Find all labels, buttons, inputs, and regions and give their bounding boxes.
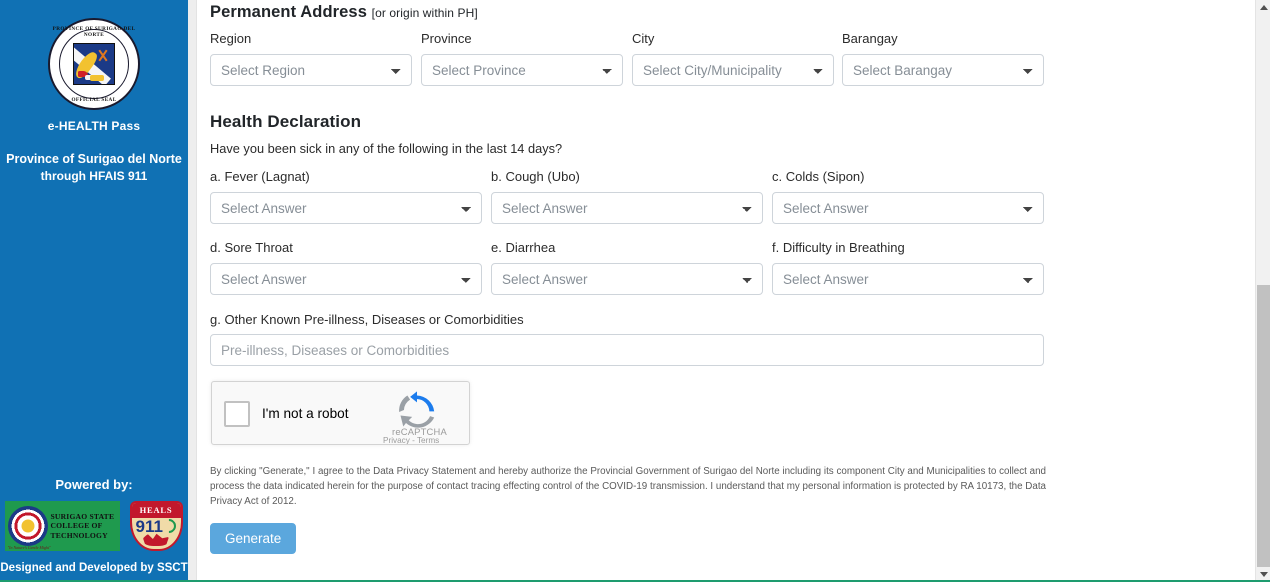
recaptcha-checkbox[interactable]	[224, 401, 250, 427]
symptom-fever-select[interactable]: Select Answer	[210, 192, 482, 224]
province-name: Province of Surigao del Norte	[6, 151, 182, 168]
symptom-cough-select[interactable]: Select Answer	[491, 192, 763, 224]
page-scrollbar[interactable]	[1255, 0, 1270, 582]
heals-shield-shape: HEALS 911	[130, 501, 183, 551]
symptom-colds-label: c. Colds (Sipon)	[772, 169, 864, 184]
ssct-logo-text: SURIGAO STATE COLLEGE OF TECHNOLOGY	[51, 512, 115, 541]
permanent-address-title: Permanent Address [or origin within PH]	[210, 3, 478, 22]
barangay-select[interactable]: Select Barangay	[842, 54, 1044, 86]
generate-button[interactable]: Generate	[210, 523, 296, 554]
region-label: Region	[210, 31, 251, 46]
surigao-del-norte-seal-icon: PROVINCE OF SURIGAO DEL NORTE OFFICIAL S…	[48, 18, 140, 110]
symptom-sore-throat-select[interactable]: Select Answer	[210, 263, 482, 295]
province-label: Province	[421, 31, 472, 46]
ssct-seal-icon	[8, 506, 48, 546]
page-root: PROVINCE OF SURIGAO DEL NORTE OFFICIAL S…	[0, 0, 1270, 582]
barangay-label: Barangay	[842, 31, 898, 46]
ssct-line-2: COLLEGE OF	[51, 521, 115, 531]
other-comorbidities-label: g. Other Known Pre-illness, Diseases or …	[210, 312, 524, 327]
symptom-fever-label: a. Fever (Lagnat)	[210, 169, 310, 184]
province-select[interactable]: Select Province	[421, 54, 623, 86]
health-declaration-question: Have you been sick in any of the followi…	[210, 141, 562, 156]
recaptcha-legal-links[interactable]: Privacy - Terms	[383, 436, 439, 445]
ssct-line-3: TECHNOLOGY	[51, 531, 115, 541]
heals-band-text: HEALS	[132, 503, 181, 518]
city-label: City	[632, 31, 654, 46]
seal-shield-icon	[73, 43, 115, 85]
city-select[interactable]: Select City/Municipality	[632, 54, 834, 86]
seal-bottom-text: OFFICIAL SEAL	[50, 97, 138, 103]
symptom-breathing-label: f. Difficulty in Breathing	[772, 240, 905, 255]
recaptcha-widget[interactable]: I'm not a robot reCAPTCHA Privacy - Term…	[211, 381, 470, 445]
ssct-logo-icon: SURIGAO STATE COLLEGE OF TECHNOLOGY "In …	[5, 501, 120, 551]
seal-shield-goldbase	[90, 75, 104, 81]
footer-credit: Designed and Developed by SSCT	[0, 560, 188, 574]
symptom-diarrhea-select[interactable]: Select Answer	[491, 263, 763, 295]
region-select[interactable]: Select Region	[210, 54, 412, 86]
province-block: Province of Surigao del Norte through HF…	[0, 151, 188, 185]
permanent-address-note: [or origin within PH]	[372, 6, 478, 20]
symptom-colds-select[interactable]: Select Answer	[772, 192, 1044, 224]
brand-title: e-HEALTH Pass	[0, 119, 188, 133]
powered-by-section: Powered by: SURIGAO STATE COLLEGE OF TEC…	[0, 477, 188, 582]
symptom-sore-throat-label: d. Sore Throat	[210, 240, 293, 255]
health-declaration-title: Health Declaration	[210, 112, 361, 132]
sidebar: PROVINCE OF SURIGAO DEL NORTE OFFICIAL S…	[0, 0, 188, 582]
heals-number: 911	[136, 517, 163, 537]
recaptcha-label: I'm not a robot	[262, 406, 348, 421]
symptom-diarrhea-label: e. Diarrhea	[491, 240, 555, 255]
other-comorbidities-input[interactable]	[210, 334, 1044, 366]
heals-hands-icon	[143, 533, 169, 546]
scrollbar-thumb[interactable]	[1257, 285, 1270, 567]
ssct-motto: "In Nature's Gentle Might"	[8, 545, 51, 550]
seal-top-text: PROVINCE OF SURIGAO DEL NORTE	[50, 26, 138, 38]
scrollbar-up-arrow-icon[interactable]	[1256, 0, 1270, 15]
partner-logo-row: SURIGAO STATE COLLEGE OF TECHNOLOGY "In …	[0, 500, 188, 552]
symptom-cough-label: b. Cough (Ubo)	[491, 169, 580, 184]
symptom-breathing-select[interactable]: Select Answer	[772, 263, 1044, 295]
province-subtitle: through HFAIS 911	[6, 168, 182, 185]
seal-shield-pickaxe-icon	[96, 49, 109, 62]
permanent-address-heading: Permanent Address	[210, 3, 367, 21]
sidebar-gutter	[188, 0, 197, 582]
sidebar-logo: PROVINCE OF SURIGAO DEL NORTE OFFICIAL S…	[0, 0, 188, 110]
powered-by-label: Powered by:	[0, 477, 188, 492]
consent-text: By clicking "Generate," I agree to the D…	[210, 464, 1046, 509]
heals-911-logo-icon: HEALS 911	[129, 500, 184, 552]
ssct-line-1: SURIGAO STATE	[51, 512, 115, 522]
